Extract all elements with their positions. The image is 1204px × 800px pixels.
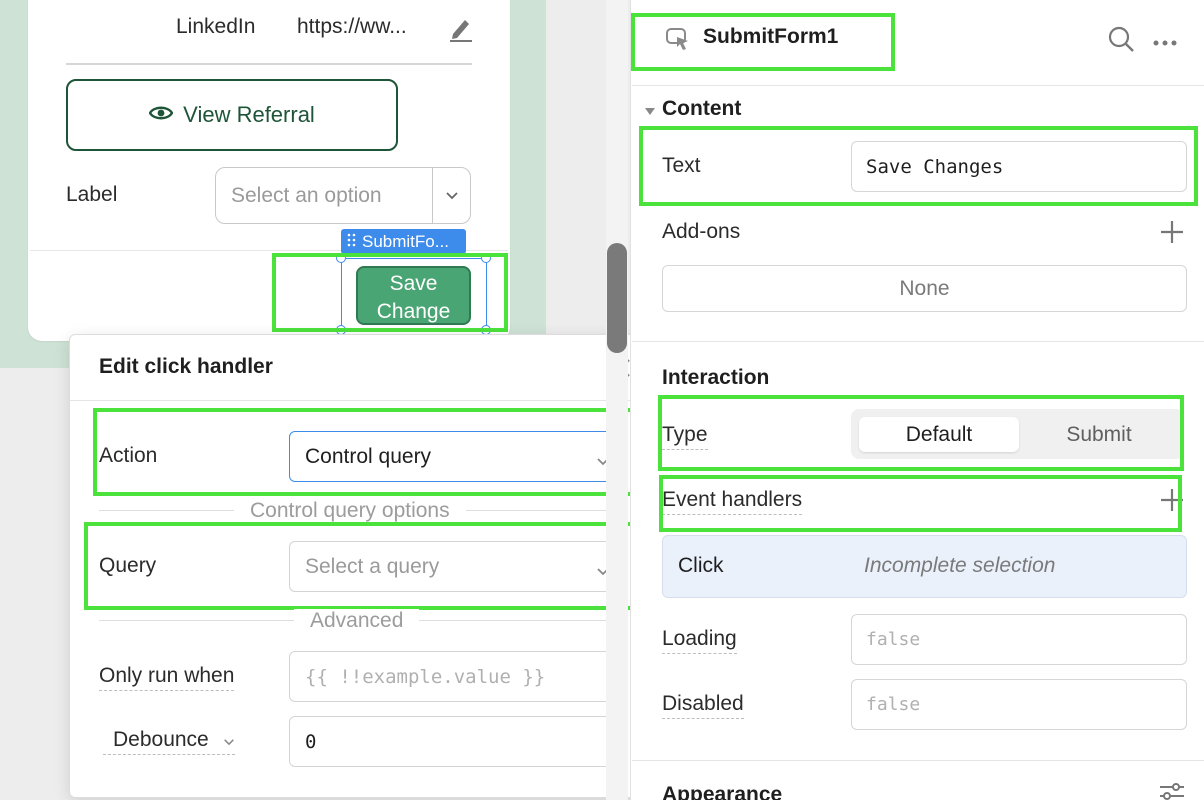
add-icon[interactable] <box>1159 487 1185 513</box>
drag-handle-icon[interactable] <box>347 232 357 252</box>
inspector-divider <box>632 760 1204 761</box>
text-input[interactable]: Save Changes <box>851 141 1187 192</box>
linkedin-label: LinkedIn <box>176 15 256 38</box>
inspector-divider <box>632 85 1204 86</box>
add-icon[interactable] <box>1159 219 1185 245</box>
view-referral-button[interactable]: View Referral <box>66 79 398 151</box>
advanced-heading: Advanced <box>294 609 420 633</box>
save-button-line2: Change <box>376 300 451 323</box>
component-name-tag[interactable]: SubmitFo... <box>341 229 466 254</box>
action-select[interactable]: Control query <box>289 431 625 482</box>
component-tag-label: SubmitFo... <box>362 231 449 251</box>
inspector-divider <box>632 341 1204 342</box>
addons-value: None <box>899 276 950 300</box>
form-divider <box>66 63 472 65</box>
text-value: Save Changes <box>866 155 1004 178</box>
popover-title: Edit click handler <box>99 355 273 378</box>
appearance-heading[interactable]: Appearance <box>662 783 782 800</box>
component-name[interactable]: SubmitForm1 <box>703 25 838 49</box>
chevron-down-icon[interactable] <box>432 168 470 223</box>
disabled-placeholder: false <box>866 694 921 715</box>
interaction-heading: Interaction <box>662 366 770 389</box>
eye-icon <box>148 102 174 128</box>
style-settings-icon[interactable] <box>1158 782 1186 800</box>
button-component-icon <box>664 25 692 53</box>
query-select[interactable]: Select a query <box>289 541 625 592</box>
search-icon[interactable] <box>1106 24 1136 54</box>
event-handler-status: Incomplete selection <box>864 554 1056 577</box>
disabled-label: Disabled <box>662 692 744 719</box>
loading-input[interactable]: false <box>851 614 1187 665</box>
action-value: Control query <box>305 444 432 468</box>
disabled-input[interactable]: false <box>851 679 1187 730</box>
linkedin-value[interactable]: https://ww... <box>297 15 407 39</box>
edit-pencil-icon[interactable] <box>447 14 475 42</box>
resize-handle[interactable] <box>481 253 491 263</box>
debounce-label-text: Debounce <box>113 728 209 751</box>
select-placeholder: Select an option <box>231 183 382 207</box>
resize-handle[interactable] <box>336 253 346 263</box>
addons-none-box[interactable]: None <box>662 265 1187 312</box>
only-run-when-input[interactable]: {{ !!example.value }} <box>289 651 625 702</box>
scrollbar-track[interactable] <box>606 0 628 800</box>
type-option-default[interactable]: Default <box>859 417 1019 452</box>
query-label: Query <box>99 554 157 577</box>
type-label: Type <box>662 423 708 450</box>
popover-divider <box>70 400 654 401</box>
select-field-label: Label <box>66 183 118 206</box>
loading-placeholder: false <box>866 629 921 650</box>
content-heading[interactable]: Content <box>662 97 741 121</box>
save-button-line1: Save <box>389 272 438 295</box>
chevron-down-icon <box>223 728 235 751</box>
debounce-value: 0 <box>305 730 317 753</box>
addons-label: Add-ons <box>662 220 741 243</box>
only-run-when-placeholder: {{ !!example.value }} <box>305 665 546 688</box>
query-placeholder: Select a query <box>305 554 440 578</box>
only-run-when-label[interactable]: Only run when <box>99 664 235 691</box>
type-option-submit[interactable]: Submit <box>1019 417 1179 452</box>
loading-label: Loading <box>662 627 737 654</box>
event-handlers-label: Event handlers <box>662 488 803 515</box>
text-label: Text <box>662 154 701 177</box>
option-select[interactable]: Select an option <box>215 167 471 224</box>
action-label: Action <box>99 444 158 467</box>
collapse-caret-icon[interactable] <box>644 103 656 121</box>
more-options-icon[interactable] <box>1152 34 1180 46</box>
debounce-label[interactable]: Debounce <box>103 728 235 755</box>
debounce-input[interactable]: 0 <box>289 716 625 767</box>
control-query-options-heading: Control query options <box>234 499 466 523</box>
view-referral-label: View Referral <box>183 102 315 127</box>
scrollbar-thumb[interactable] <box>607 243 627 353</box>
event-handler-event: Click <box>678 554 724 577</box>
save-changes-button[interactable]: Save Change <box>356 266 471 325</box>
